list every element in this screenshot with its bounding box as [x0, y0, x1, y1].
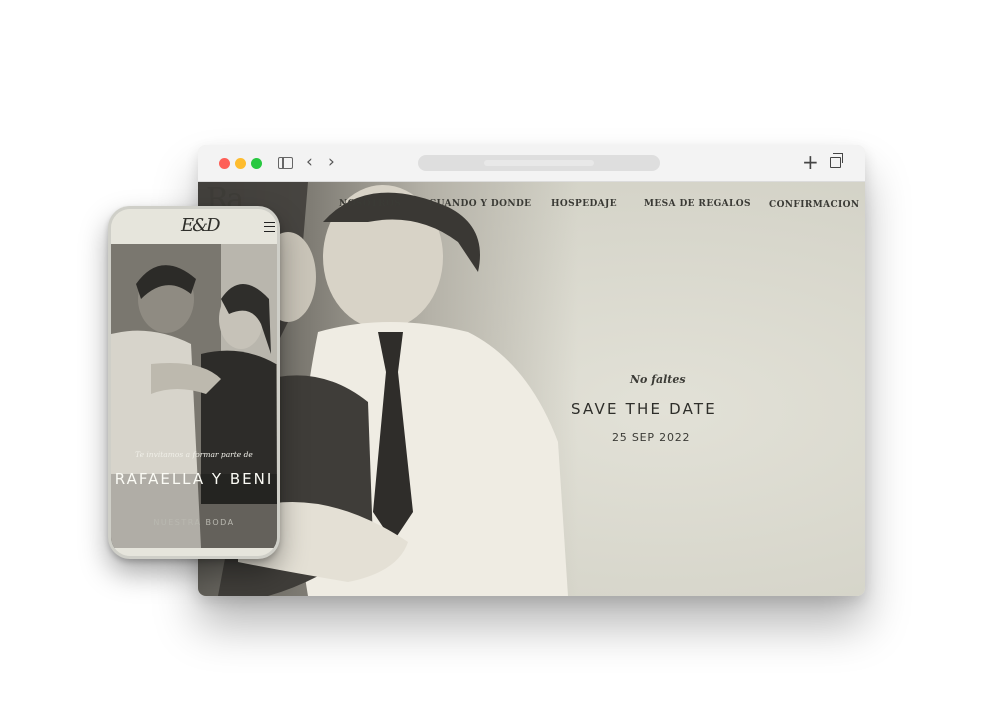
- phone-bottom-bar: [111, 548, 277, 556]
- phone-photo-illustration: [111, 244, 277, 548]
- phone-screen: E&D Te invitamos a formar parte de RAFAE…: [111, 209, 277, 556]
- phone-wedding-link[interactable]: NUESTRA BODA: [111, 518, 277, 527]
- nav-mesa-de-regalos[interactable]: MESA DE REGALOS: [644, 199, 751, 209]
- plus-icon[interactable]: +: [802, 151, 819, 173]
- hamburger-menu-icon[interactable]: [264, 222, 275, 232]
- copy-tabs-icon[interactable]: [830, 153, 843, 168]
- nav-confirmacion[interactable]: CONFIRMACION: [769, 200, 860, 210]
- phone-couple-photo: [111, 244, 277, 548]
- hero-title: SAVE THE DATE: [571, 400, 717, 418]
- hero-date: 25 SEP 2022: [612, 431, 691, 444]
- phone-logo[interactable]: E&D: [181, 215, 221, 236]
- phone-couple-names: RAFAELLA Y BENI: [114, 470, 274, 488]
- hero-subtitle: No faltes: [630, 373, 686, 386]
- phone-frame: E&D Te invitamos a formar parte de RAFAE…: [108, 206, 280, 559]
- browser-window: ‹ › + Ra NOSOTROS CUANDO Y DONDE HOSPEDA…: [198, 145, 865, 596]
- nav-nosotros[interactable]: NOSOTROS: [339, 199, 401, 209]
- nav-cuando-y-donde[interactable]: CUANDO Y DONDE: [429, 199, 531, 209]
- address-bar[interactable]: [418, 155, 660, 171]
- maximize-window-button[interactable]: [251, 158, 262, 169]
- nav-hospedaje[interactable]: HOSPEDAJE: [551, 199, 617, 209]
- phone-header: E&D: [111, 209, 277, 244]
- phone-invite-text: Te invitamos a formar parte de: [135, 450, 253, 459]
- address-placeholder: [484, 160, 594, 166]
- chevron-right-icon[interactable]: ›: [328, 153, 335, 171]
- sidebar-icon[interactable]: [278, 157, 293, 169]
- browser-toolbar: ‹ › +: [198, 145, 865, 182]
- close-window-button[interactable]: [219, 158, 230, 169]
- website-viewport: Ra NOSOTROS CUANDO Y DONDE HOSPEDAJE MES…: [198, 182, 865, 596]
- chevron-left-icon[interactable]: ‹: [306, 153, 313, 171]
- minimize-window-button[interactable]: [235, 158, 246, 169]
